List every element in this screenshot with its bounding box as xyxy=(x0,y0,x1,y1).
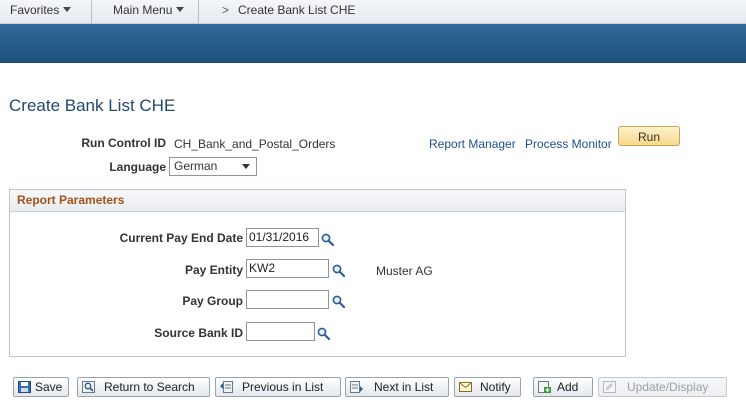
save-button[interactable]: Save xyxy=(13,377,69,397)
notify-button[interactable]: Notify xyxy=(454,377,521,397)
dropdown-arrow-icon xyxy=(242,164,250,169)
pay-entity-input[interactable]: KW2 xyxy=(246,259,329,278)
pay-end-date-input[interactable]: 01/31/2016 xyxy=(246,228,319,247)
nav-divider xyxy=(198,0,199,23)
pay-group-input[interactable] xyxy=(246,290,329,309)
breadcrumb-current: Create Bank List CHE xyxy=(238,3,356,17)
process-monitor-link[interactable]: Process Monitor xyxy=(525,137,612,151)
run-button[interactable]: Run xyxy=(618,126,680,146)
previous-in-list-button[interactable]: Previous in List xyxy=(215,377,341,397)
report-parameters-group: Report Parameters Current Pay End Date 0… xyxy=(9,189,626,357)
update-display-label: Update/Display xyxy=(627,380,709,394)
page-title: Create Bank List CHE xyxy=(9,96,176,115)
breadcrumb-arrow-icon: > xyxy=(222,3,230,17)
update-display-icon xyxy=(603,381,616,393)
previous-list-icon xyxy=(220,381,233,393)
pay-entity-label: Pay Entity xyxy=(184,263,243,277)
header-banner xyxy=(0,24,746,63)
favorites-label: Favorites xyxy=(10,3,60,17)
return-to-search-button[interactable]: Return to Search xyxy=(77,377,210,397)
pay-entity-description: Muster AG xyxy=(376,264,433,278)
add-icon xyxy=(538,381,551,393)
nav-divider xyxy=(91,0,92,23)
search-return-icon xyxy=(82,381,95,393)
source-bank-id-lookup-icon[interactable] xyxy=(317,327,330,340)
add-button[interactable]: Add xyxy=(533,377,593,397)
next-list-icon xyxy=(350,381,363,393)
language-selected-value: German xyxy=(174,159,218,173)
update-display-button[interactable]: Update/Display xyxy=(598,377,727,397)
next-in-list-label: Next in List xyxy=(374,380,434,394)
notify-icon xyxy=(459,382,472,392)
source-bank-id-input[interactable] xyxy=(246,322,315,341)
top-nav-bar: Favorites Main Menu > Create Bank List C… xyxy=(0,0,746,24)
report-parameters-title: Report Parameters xyxy=(17,193,125,207)
save-icon xyxy=(18,381,31,393)
run-control-id-label: Run Control ID xyxy=(81,136,166,150)
save-label: Save xyxy=(35,380,63,394)
language-label: Language xyxy=(109,160,166,174)
pay-group-label: Pay Group xyxy=(182,294,243,308)
previous-in-list-label: Previous in List xyxy=(242,380,324,394)
language-select[interactable]: German xyxy=(169,157,257,176)
pay-end-date-label: Current Pay End Date xyxy=(119,231,243,245)
main-menu-label: Main Menu xyxy=(113,3,173,17)
next-in-list-button[interactable]: Next in List xyxy=(345,377,449,397)
run-control-id-value: CH_Bank_and_Postal_Orders xyxy=(174,137,336,151)
favorites-chevron-down-icon xyxy=(63,7,72,12)
main-menu-chevron-down-icon xyxy=(176,7,185,12)
pay-group-lookup-icon[interactable] xyxy=(332,295,345,308)
pay-end-date-lookup-icon[interactable] xyxy=(321,233,334,246)
return-to-search-label: Return to Search xyxy=(104,380,195,394)
main-menu[interactable]: Main Menu xyxy=(113,3,185,17)
source-bank-id-label: Source Bank ID xyxy=(154,326,243,340)
favorites-menu[interactable]: Favorites xyxy=(10,3,72,17)
pay-entity-lookup-icon[interactable] xyxy=(332,264,345,277)
report-parameters-header: Report Parameters xyxy=(10,190,625,212)
add-label: Add xyxy=(557,380,579,394)
notify-label: Notify xyxy=(480,380,511,394)
report-manager-link[interactable]: Report Manager xyxy=(429,137,516,151)
